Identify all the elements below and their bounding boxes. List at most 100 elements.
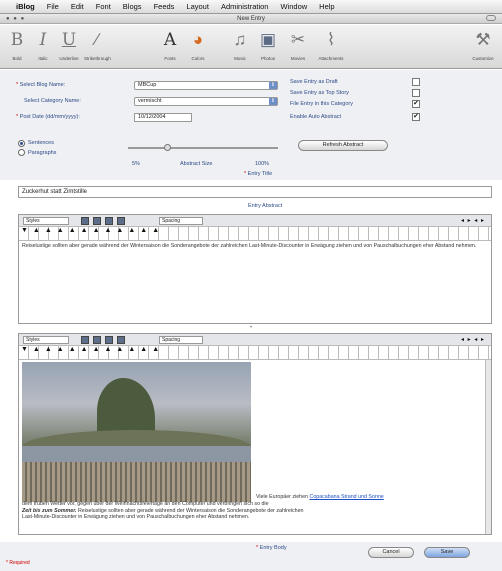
menu-font[interactable]: Font [96,2,111,11]
italic-icon: I [39,30,47,50]
align-center-icon[interactable] [93,336,101,344]
save-draft-checkbox[interactable] [412,78,420,86]
bold-icon: B [10,30,24,50]
menu-administration[interactable]: Administration [221,2,269,11]
menu-feeds[interactable]: Feeds [154,2,175,11]
splitter-handle[interactable]: • [250,325,252,331]
tab-stops-icon[interactable]: ▼▲▲▲▲▲▲▲▲▲▲▲ [21,227,164,234]
body-link[interactable]: Copacabana Strand und Sonne [310,494,384,500]
body-format-bar: Styles Spacing ◂ ▸ ◂ ▸ [19,334,491,346]
menu-help[interactable]: Help [319,2,334,11]
tab-stop-nav-icon[interactable]: ◂ ▸ ◂ ▸ [461,217,485,224]
align-center-icon[interactable] [93,217,101,225]
abstract-format-bar: Styles Spacing ◂ ▸ ◂ ▸ [19,215,491,227]
entry-settings-panel: * Select Blog Name: MBCup ⇕ Select Catego… [0,70,502,180]
menu-file[interactable]: File [47,2,59,11]
window-title: New Entry [237,16,265,22]
entry-body-caption: * Entry Body [256,545,287,551]
save-top-story-label: Save Entry as Top Story [290,90,349,96]
fonts-button[interactable]: A Fonts [157,29,183,61]
customize-button[interactable]: ⚒ Customize [470,29,496,61]
menu-app[interactable]: iBlog [16,2,35,11]
sentences-radio[interactable] [18,140,25,147]
abstract-text[interactable]: Reiselustige sollten aber gerade während… [22,243,487,250]
post-date-field[interactable]: 10/12/2004 [134,113,192,122]
select-arrows-icon: ⇕ [269,98,277,105]
file-in-category-checkbox[interactable]: ✔ [412,100,420,108]
movies-icon: ✂ [290,30,306,49]
paragraphs-radio[interactable] [18,149,25,156]
abstract-style-select[interactable]: Styles [23,217,69,225]
body-scrollbar[interactable] [485,360,491,534]
save-draft-label: Save Entry as Draft [290,79,338,85]
entry-abstract-caption: Entry Abstract [248,203,283,209]
photos-icon: ▣ [259,30,277,49]
body-text[interactable]: dem trüben Wetter vor, gegen über der We… [22,501,483,521]
body-spacing-select[interactable]: Spacing [159,336,203,344]
entry-title-input[interactable]: Zuckerhut statt Zimtstille [18,186,492,198]
body-style-select[interactable]: Styles [23,336,69,344]
paragraphs-label: Paragraphs [28,150,57,156]
body-ruler[interactable]: ▼▲▲▲▲▲▲▲▲▲▲▲ [19,346,491,360]
music-button[interactable]: ♫ Music [227,29,253,61]
align-left-icon[interactable] [81,217,89,225]
underline-icon: U [61,30,77,50]
photos-button[interactable]: ▣ Photos [255,29,281,61]
file-in-category-label: File Entry in this Category [290,101,353,107]
save-top-story-checkbox[interactable] [412,89,420,97]
colors-icon: ◕ [192,30,204,49]
body-bold-phrase: Zeit bis zum Sommer. [22,507,77,514]
entry-title-caption: * Entry Title [244,171,273,177]
inline-photo[interactable] [22,362,251,502]
customize-icon: ⚒ [475,30,491,49]
blog-name-select[interactable]: MBCup ⇕ [134,81,278,90]
body-caption-line: Viele Europäer ziehen Copacabana Strand … [256,494,384,500]
menu-edit[interactable]: Edit [71,2,84,11]
music-icon: ♫ [233,30,247,49]
abstract-max-label: 100% [255,161,270,167]
window-titlebar: ● ● ● New Entry [0,14,502,24]
category-select[interactable]: vermischt ⇕ [134,97,278,106]
abstract-spacing-select[interactable]: Spacing [159,217,203,225]
abstract-size-label: Abstract Size [180,161,213,167]
align-justify-icon[interactable] [117,336,125,344]
slider-knob[interactable] [163,144,171,151]
save-button[interactable]: Save [424,547,470,558]
attachments-icon: ⌇ [326,30,336,49]
bottom-bar: * Entry Body Cancel Save * Required [0,542,502,571]
menu-blogs[interactable]: Blogs [123,2,142,11]
select-arrows-icon: ⇕ [269,82,277,89]
sentences-label: Sentences [28,140,54,146]
body-editor[interactable]: Styles Spacing ◂ ▸ ◂ ▸ ▼▲▲▲▲▲▲▲▲▲▲▲ Viel… [18,333,492,535]
attachments-button[interactable]: ⌇ Attachments [318,29,344,61]
toolbar-toggle-icon[interactable] [486,15,496,21]
abstract-editor[interactable]: Styles Spacing ◂ ▸ ◂ ▸ ▼▲▲▲▲▲▲▲▲▲▲▲ Reis… [18,214,492,324]
auto-abstract-label: Enable Auto Abstract [290,114,342,120]
menu-window[interactable]: Window [280,2,307,11]
body-line-3: Last-Minute-Discounter in Erwägung ziehe… [22,514,250,520]
refresh-abstract-button[interactable]: Refresh Abstract [298,140,388,151]
italic-button[interactable]: I Italic [30,29,56,61]
bold-button[interactable]: B Bold [4,29,30,61]
movies-button[interactable]: ✂ Movies [285,29,311,61]
colors-button[interactable]: ◕ Colors [185,29,211,61]
cancel-button[interactable]: Cancel [368,547,414,558]
align-left-icon[interactable] [81,336,89,344]
tab-stop-nav-icon[interactable]: ◂ ▸ ◂ ▸ [461,336,485,343]
align-justify-icon[interactable] [117,217,125,225]
underline-button[interactable]: U Underline [56,29,82,61]
align-right-icon[interactable] [105,217,113,225]
menu-layout[interactable]: Layout [186,2,209,11]
category-label: Select Category Name: [24,98,81,104]
blog-name-label: * Select Blog Name: [16,82,66,88]
align-right-icon[interactable] [105,336,113,344]
strike-icon: ∕ [95,30,99,49]
tab-stops-icon[interactable]: ▼▲▲▲▲▲▲▲▲▲▲▲ [21,346,164,353]
abstract-size-slider[interactable] [128,144,278,151]
auto-abstract-checkbox[interactable]: ✔ [412,113,420,121]
abstract-ruler[interactable]: ▼▲▲▲▲▲▲▲▲▲▲▲ [19,227,491,241]
toolbar: B Bold I Italic U Underline ∕ Strikethrough … [0,25,502,69]
strikethrough-button[interactable]: ∕ Strikethrough [84,29,111,61]
photo-city [22,462,251,502]
menu-bar: iBlog File Edit Font Blogs Feeds Layout … [0,0,502,14]
